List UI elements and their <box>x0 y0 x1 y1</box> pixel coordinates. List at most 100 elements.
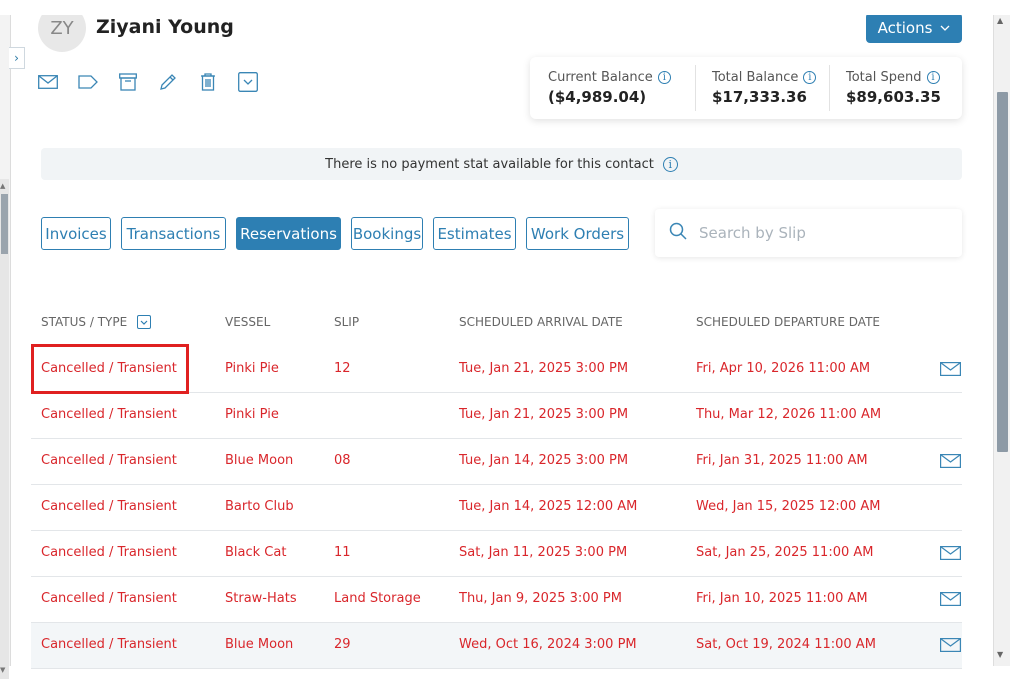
departure-cell: Fri, Jan 10, 2025 11:00 AM <box>696 591 868 606</box>
vessel-cell[interactable]: Blue Moon <box>225 453 293 468</box>
slip-cell: 29 <box>334 637 351 652</box>
mail-icon[interactable] <box>940 546 961 564</box>
scroll-down-icon[interactable]: ▼ <box>997 650 1003 659</box>
table-row[interactable]: Cancelled / Transient Black Cat 11 Sat, Jan… <box>31 531 962 577</box>
status-cell: Cancelled / Transient <box>41 637 177 652</box>
tab-bookings[interactable]: Bookings <box>351 217 423 250</box>
info-icon[interactable]: i <box>803 71 817 84</box>
slip-cell: 12 <box>334 361 351 376</box>
header-status-type: STATUS / TYPE <box>41 315 152 329</box>
arrival-cell: Tue, Jan 21, 2025 3:00 PM <box>459 407 629 422</box>
scroll-up-icon[interactable]: ▲ <box>997 16 1003 25</box>
filter-dropdown-icon[interactable] <box>137 315 152 329</box>
total-spend-value: $89,603.35 <box>846 88 941 106</box>
total-spend-label: Total Spend <box>846 70 922 85</box>
total-spend: Total Spend i $89,603.35 <box>830 57 962 119</box>
slip-cell: Land Storage <box>334 591 421 606</box>
pencil-icon[interactable] <box>158 72 178 92</box>
left-rail: ▲ ▼ <box>0 14 11 679</box>
slip-cell: 08 <box>334 453 351 468</box>
departure-cell: Wed, Jan 15, 2025 12:00 AM <box>696 499 881 514</box>
tab-estimates[interactable]: Estimates <box>433 217 516 250</box>
actions-button[interactable]: Actions <box>866 13 962 43</box>
arrival-cell: Tue, Jan 14, 2025 3:00 PM <box>459 453 629 468</box>
mail-icon[interactable] <box>940 454 961 472</box>
chevron-right-icon: › <box>14 51 19 65</box>
info-icon[interactable]: i <box>657 71 671 84</box>
vessel-cell[interactable]: Pinki Pie <box>225 407 279 422</box>
search-input[interactable] <box>697 223 931 243</box>
info-icon[interactable]: i <box>926 71 940 84</box>
avatar-initials: ZY <box>50 17 74 39</box>
mail-icon[interactable] <box>940 638 961 656</box>
status-cell: Cancelled / Transient <box>41 591 177 606</box>
departure-cell: Sat, Jan 25, 2025 11:00 AM <box>696 545 874 560</box>
slip-cell: 11 <box>334 545 351 560</box>
mail-icon[interactable] <box>940 362 961 380</box>
search-icon <box>669 222 687 244</box>
header-vessel: VESSEL <box>225 315 271 329</box>
tab-work-orders[interactable]: Work Orders <box>526 217 629 250</box>
header-status-label: STATUS / TYPE <box>41 315 128 329</box>
balance-summary-card: Current Balance i ($4,989.04) Total Bala… <box>530 57 962 119</box>
arrival-cell: Tue, Jan 21, 2025 3:00 PM <box>459 361 629 376</box>
table-row[interactable]: Cancelled / Transient Blue Moon 29 Wed, Oct… <box>31 623 962 669</box>
vessel-cell[interactable]: Blue Moon <box>225 637 293 652</box>
table-row[interactable]: Cancelled / Transient Blue Moon 08 Tue, Jan… <box>31 439 962 485</box>
current-balance-label: Current Balance <box>548 70 653 85</box>
table-header: STATUS / TYPE VESSEL SLIP SCHEDULED ARRI… <box>41 312 962 332</box>
total-balance-value: $17,333.36 <box>712 88 807 106</box>
arrival-cell: Wed, Oct 16, 2024 3:00 PM <box>459 637 637 652</box>
vessel-cell[interactable]: Barto Club <box>225 499 294 514</box>
expand-panel-button[interactable]: › <box>9 47 25 69</box>
contact-name: Ziyani Young <box>96 16 234 38</box>
vessel-cell[interactable]: Black Cat <box>225 545 286 560</box>
more-actions-dropdown-icon[interactable] <box>238 72 258 92</box>
payment-stat-notice: There is no payment stat available for t… <box>41 148 962 180</box>
table-row[interactable]: Cancelled / Transient Pinki Pie 12 Tue, Jan… <box>31 347 962 393</box>
contact-toolbar <box>38 72 278 92</box>
total-balance: Total Balance i $17,333.36 <box>696 65 830 111</box>
departure-cell: Thu, Mar 12, 2026 11:00 AM <box>696 407 882 422</box>
trash-icon[interactable] <box>198 72 218 92</box>
vessel-cell[interactable]: Pinki Pie <box>225 361 279 376</box>
total-balance-label: Total Balance <box>712 70 799 85</box>
tag-icon[interactable] <box>78 72 98 92</box>
slip-search <box>655 209 962 257</box>
right-scrollbar[interactable]: ▲ ▼ <box>993 14 1010 666</box>
current-balance-value: ($4,989.04) <box>548 88 647 106</box>
left-scroll-down-icon[interactable]: ▼ <box>0 666 5 674</box>
header-departure: SCHEDULED DEPARTURE DATE <box>696 315 880 329</box>
left-scroll-up-icon[interactable]: ▲ <box>0 182 5 190</box>
record-tabs: Invoices Transactions Reservations Booki… <box>41 217 639 250</box>
status-cell: Cancelled / Transient <box>41 407 177 422</box>
table-row[interactable]: Cancelled / Transient Straw-Hats Land Stor… <box>31 577 962 623</box>
tab-invoices[interactable]: Invoices <box>41 217 111 250</box>
status-cell: Cancelled / Transient <box>41 453 177 468</box>
archive-icon[interactable] <box>118 72 138 92</box>
arrival-cell: Thu, Jan 9, 2025 3:00 PM <box>459 591 622 606</box>
tab-reservations[interactable]: Reservations <box>236 217 341 250</box>
arrival-cell: Sat, Jan 11, 2025 3:00 PM <box>459 545 628 560</box>
tab-transactions[interactable]: Transactions <box>121 217 226 250</box>
status-cell: Cancelled / Transient <box>41 545 177 560</box>
header-slip: SLIP <box>334 315 360 329</box>
status-cell: Cancelled / Transient <box>41 499 177 514</box>
info-icon[interactable]: i <box>662 156 678 172</box>
mail-icon[interactable] <box>38 72 58 92</box>
status-cell: Cancelled / Transient <box>41 361 177 376</box>
mail-icon[interactable] <box>940 592 961 610</box>
arrival-cell: Tue, Jan 14, 2025 12:00 AM <box>459 499 638 514</box>
header-clip <box>0 0 1016 15</box>
table-row[interactable]: Cancelled / Transient Pinki Pie Tue, Jan 2… <box>31 393 962 439</box>
left-scrollbar-thumb[interactable] <box>1 194 8 254</box>
chevron-down-icon <box>940 23 950 34</box>
departure-cell: Sat, Oct 19, 2024 11:00 AM <box>696 637 876 652</box>
header-arrival: SCHEDULED ARRIVAL DATE <box>459 315 623 329</box>
reservations-table: Cancelled / Transient Pinki Pie 12 Tue, Jan… <box>31 347 962 669</box>
departure-cell: Fri, Jan 31, 2025 11:00 AM <box>696 453 868 468</box>
left-scrollbar[interactable] <box>0 179 9 679</box>
vessel-cell[interactable]: Straw-Hats <box>225 591 297 606</box>
right-scrollbar-thumb[interactable] <box>997 92 1008 452</box>
table-row[interactable]: Cancelled / Transient Barto Club Tue, Jan … <box>31 485 962 531</box>
